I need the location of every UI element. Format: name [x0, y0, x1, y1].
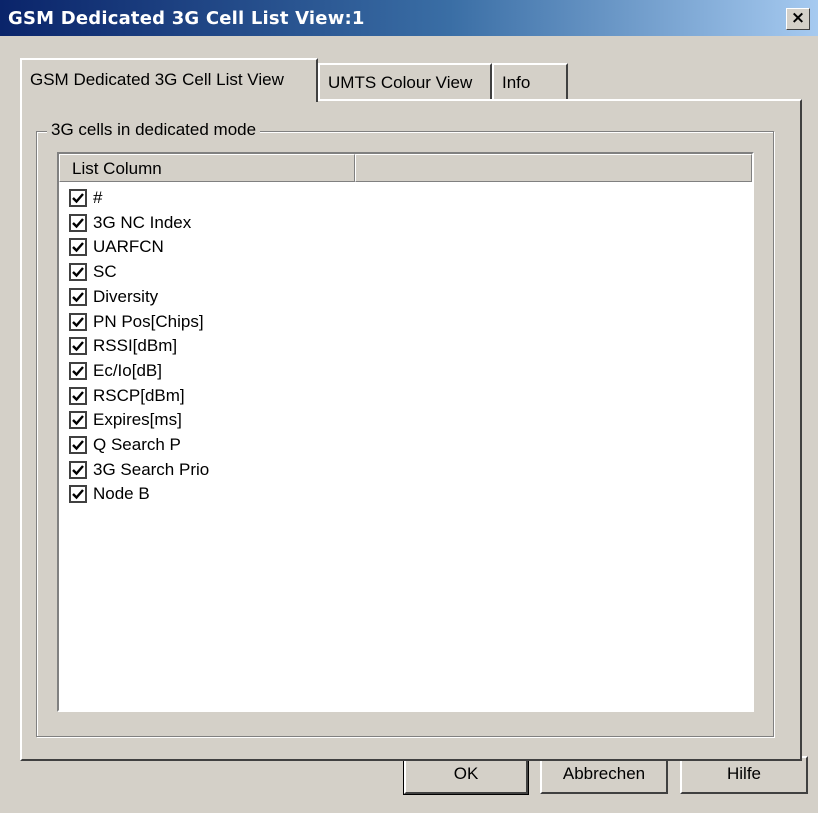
list-item-label: RSCP[dBm]: [93, 385, 185, 405]
checkmark-icon: [72, 292, 84, 303]
help-button[interactable]: Hilfe: [680, 756, 808, 794]
checkmark-icon: [72, 341, 84, 352]
close-icon: ×: [790, 8, 806, 28]
dialog-client-area: GSM Dedicated 3G Cell List View UMTS Col…: [0, 36, 818, 813]
ok-button-label: OK: [453, 764, 479, 783]
list-item-label: UARFCN: [93, 237, 164, 257]
list-item-label: Expires[ms]: [93, 410, 182, 430]
checkbox[interactable]: [69, 312, 87, 331]
checkbox[interactable]: [69, 213, 87, 232]
cancel-button-label: Abbrechen: [562, 764, 646, 783]
help-button-label: Hilfe: [726, 764, 761, 783]
checkbox[interactable]: [69, 361, 87, 380]
list-item-label: Ec/Io[dB]: [93, 360, 162, 380]
list-item-label: RSSI[dBm]: [93, 336, 178, 356]
column-header-list-column[interactable]: List Column: [59, 154, 355, 182]
checkmark-icon: [72, 267, 84, 278]
checkmark-icon: [72, 366, 84, 377]
checkmark-icon: [72, 316, 84, 327]
checkbox[interactable]: [69, 287, 87, 306]
checkmark-icon: [72, 242, 84, 253]
list-item-label: #: [93, 188, 103, 207]
list-item-label: Diversity: [93, 286, 159, 306]
checkmark-icon: [72, 440, 84, 451]
list-item-label: PN Pos[Chips]: [93, 311, 204, 331]
tab-label: GSM Dedicated 3G Cell List View: [30, 70, 284, 89]
list-column-view[interactable]: List Column #3G NC Index UARFCN SC Diversit…: [57, 152, 754, 712]
tab-info[interactable]: Info: [492, 63, 568, 99]
column-header-empty[interactable]: [355, 154, 752, 182]
list-item-label: 3G Search Prio: [93, 459, 210, 479]
tab-label: Info: [502, 73, 531, 92]
title-bar[interactable]: GSM Dedicated 3G Cell List View:1 ×: [0, 0, 818, 36]
group-box-label: 3G cells in dedicated mode: [47, 120, 261, 140]
tab-label: UMTS Colour View: [328, 73, 473, 92]
checkbox[interactable]: [69, 386, 87, 405]
checkbox[interactable]: [69, 460, 87, 479]
checkmark-icon: [72, 464, 84, 475]
tab-panel: 3G cells in dedicated mode List Column #…: [20, 99, 802, 761]
column-header-label: List Column: [72, 159, 162, 178]
ok-button[interactable]: OK: [403, 755, 529, 795]
checkbox[interactable]: [69, 263, 87, 282]
cancel-button[interactable]: Abbrechen: [540, 756, 668, 794]
checkmark-icon: [72, 217, 84, 228]
tab-gsm-dedicated-3g-cell-list-view[interactable]: GSM Dedicated 3G Cell List View: [20, 58, 318, 102]
tab-umts-colour-view[interactable]: UMTS Colour View: [318, 63, 492, 99]
checkmark-icon: [72, 415, 84, 426]
list-item-label: Q Search P: [93, 435, 181, 454]
checkbox[interactable]: [69, 337, 87, 356]
checkbox[interactable]: [69, 436, 87, 454]
list-item-label: SC: [93, 262, 117, 282]
checkbox[interactable]: [69, 485, 87, 504]
checkmark-icon: [72, 193, 84, 204]
checkbox[interactable]: [69, 411, 87, 430]
checkbox[interactable]: [69, 189, 87, 207]
checkmark-icon: [72, 489, 84, 500]
close-button[interactable]: ×: [786, 8, 810, 30]
list-item-label: Node B: [93, 484, 150, 504]
list-item-label: 3G NC Index: [93, 212, 192, 232]
list-header: List Column: [59, 154, 752, 182]
window-title: GSM Dedicated 3G Cell List View:1: [8, 8, 365, 29]
checkbox[interactable]: [69, 238, 87, 257]
group-box-3g-cells: 3G cells in dedicated mode List Column #…: [36, 120, 774, 737]
checkmark-icon: [72, 390, 84, 401]
